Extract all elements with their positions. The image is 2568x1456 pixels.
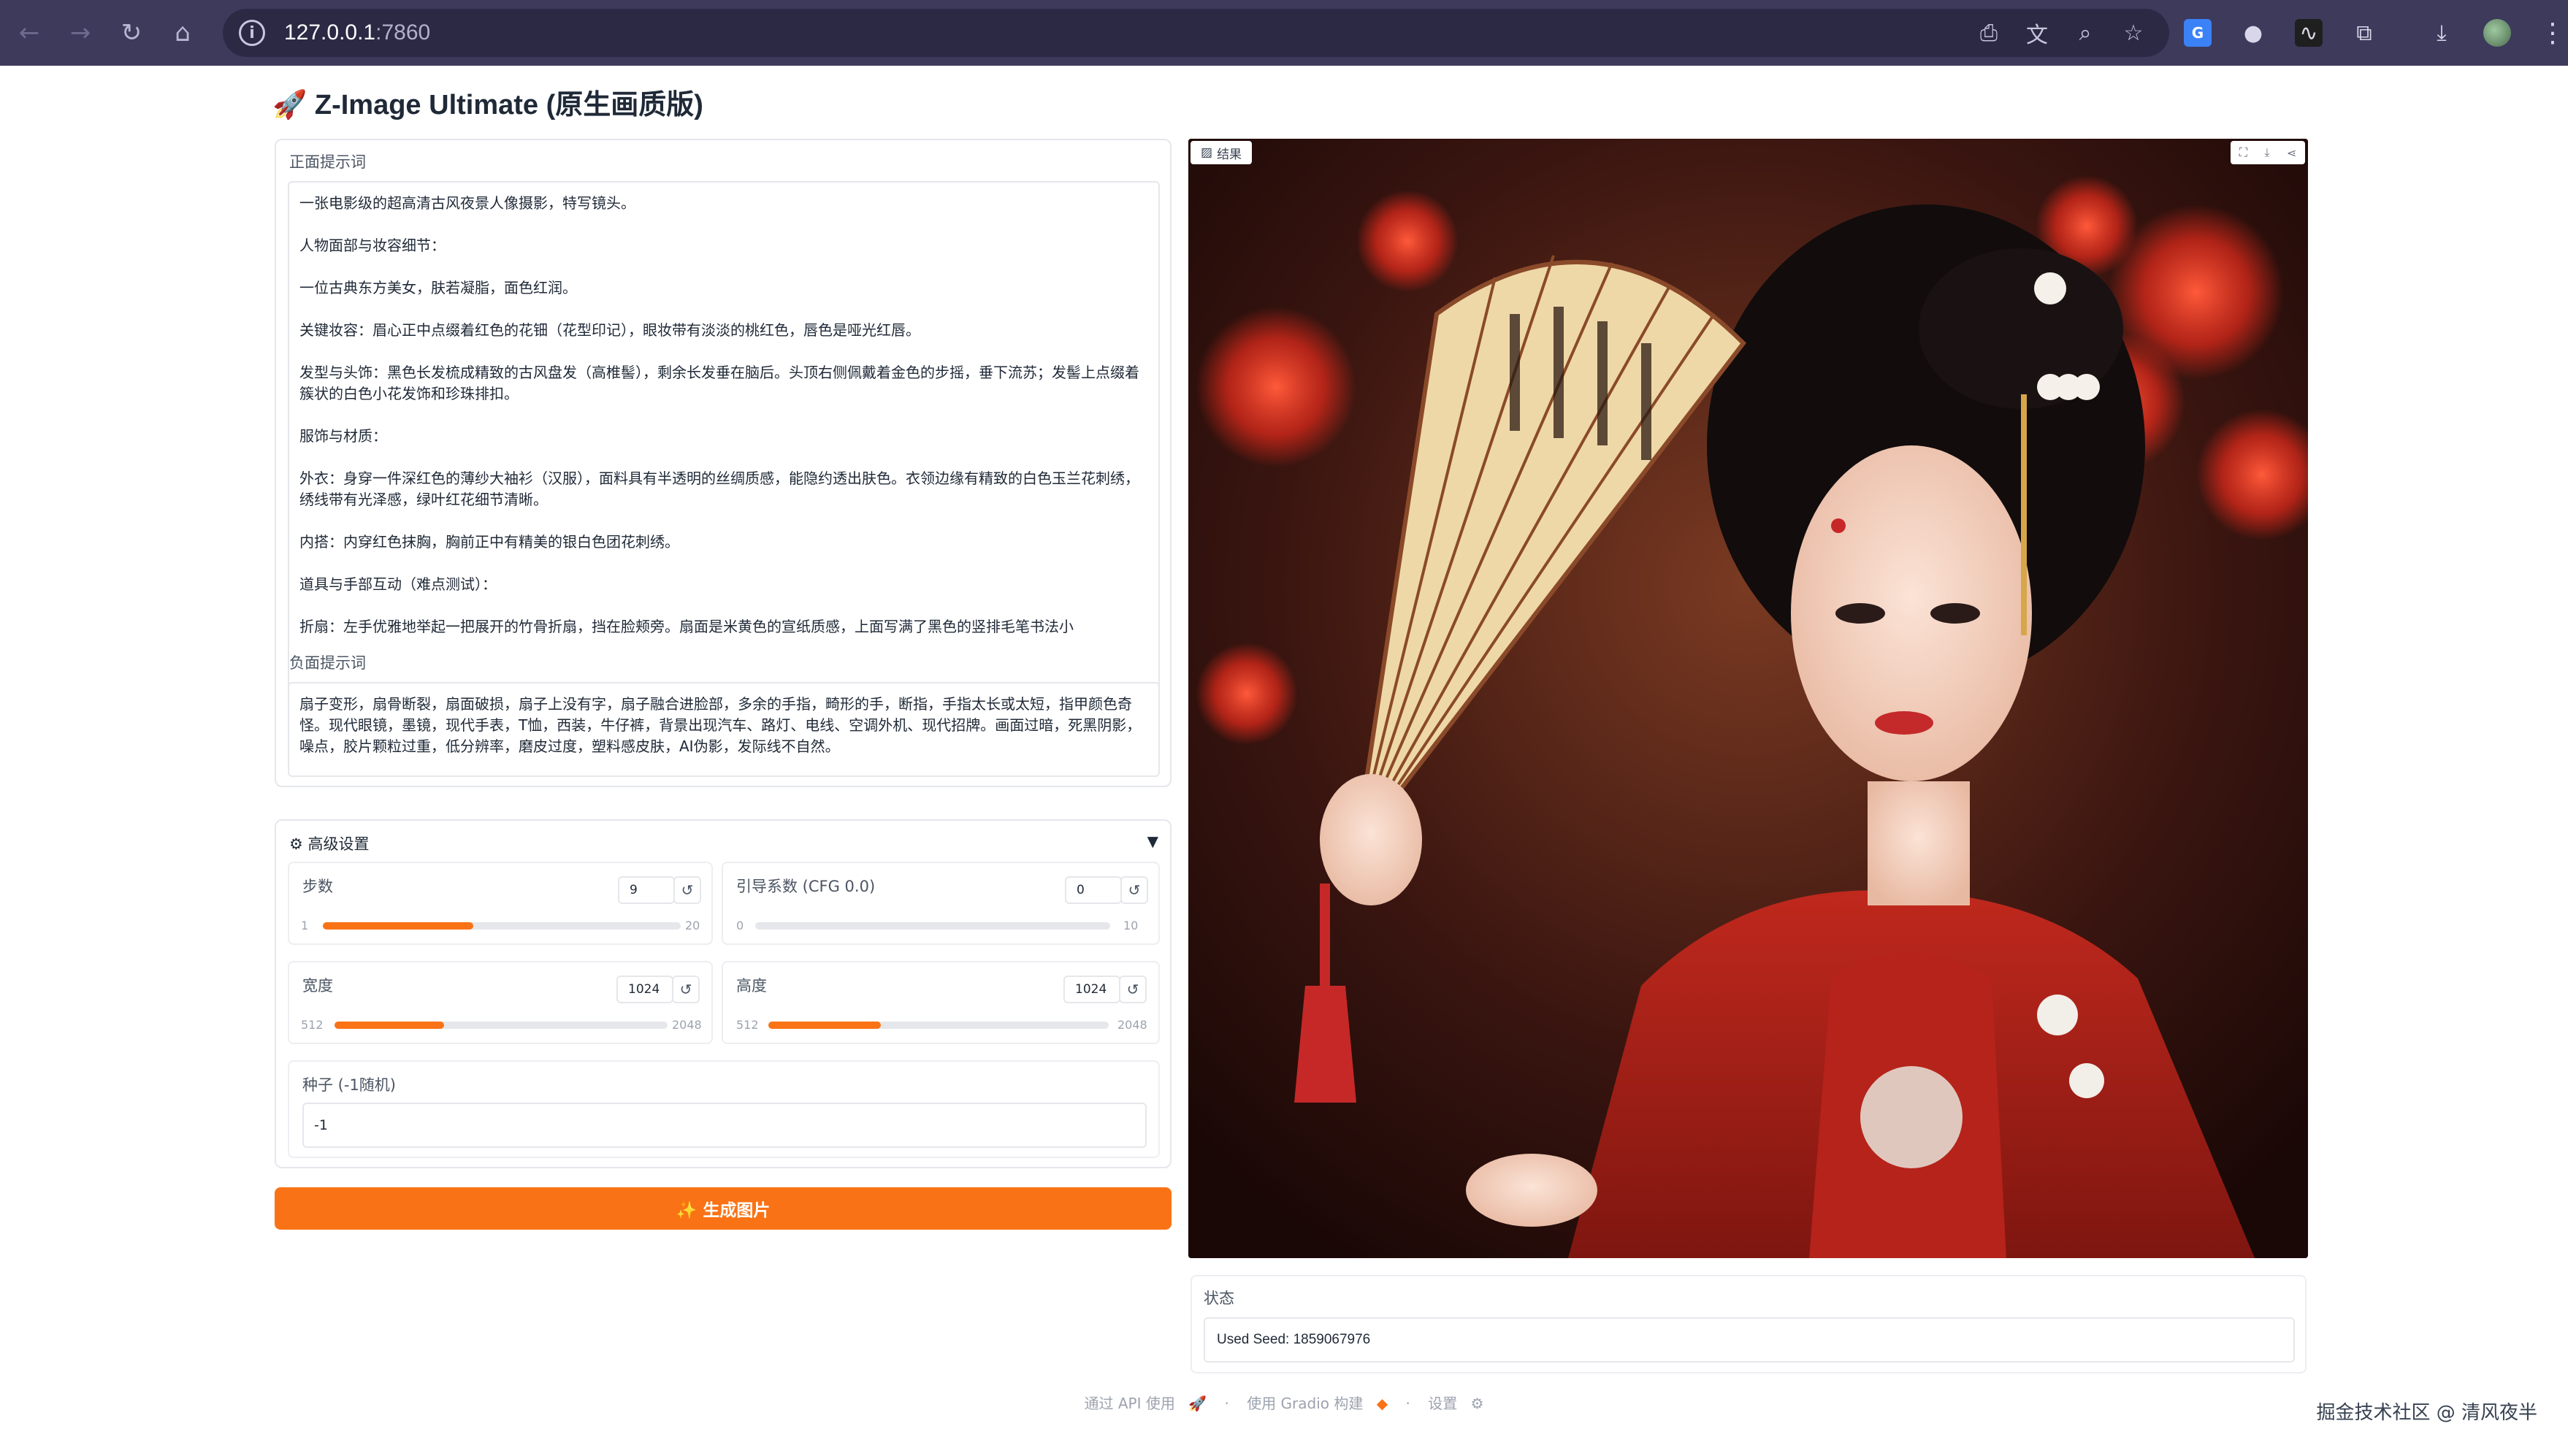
fullscreen-icon[interactable]: ⛶ xyxy=(2239,145,2247,160)
advanced-settings-panel: ⚙ 高级设置 ▼ 步数 9 ↺ 1 20 引导系数 (CFG 0.0) 0 ↺ … xyxy=(275,819,1172,1168)
steps-label: 步数 xyxy=(302,878,333,895)
height-label: 高度 xyxy=(736,977,767,995)
gear-icon: ⚙ xyxy=(1470,1395,1484,1412)
cfg-label: 引导系数 (CFG 0.0) xyxy=(736,878,876,895)
collapse-toggle-icon[interactable]: ▼ xyxy=(1147,832,1158,850)
seed-group: 种子 (-1随机) -1 xyxy=(288,1060,1160,1158)
extensions-puzzle-icon[interactable]: ⧉ xyxy=(2350,19,2378,47)
browser-toolbar: ← → ↻ ⌂ i 127.0.0.1:7860 ⎙ 文 ⌕ ☆ G ● ∿ ⧉… xyxy=(0,0,2568,66)
back-icon[interactable]: ← xyxy=(4,7,55,58)
result-toolbar: ⛶ ⤓ ⋖ xyxy=(2231,141,2305,164)
advanced-settings-title[interactable]: ⚙ 高级设置 xyxy=(289,832,370,854)
height-min: 512 xyxy=(736,1018,759,1032)
height-number-input[interactable]: 1024 xyxy=(1063,976,1120,1003)
steps-min: 1 xyxy=(301,919,309,932)
cfg-slider-group: 引导系数 (CFG 0.0) 0 ↺ 0 10 xyxy=(722,862,1160,945)
url-text[interactable]: 127.0.0.1:7860 xyxy=(284,20,430,45)
bookmark-star-icon[interactable]: ☆ xyxy=(2120,19,2147,47)
seed-label: 种子 (-1随机) xyxy=(302,1076,396,1094)
translate-page-icon[interactable]: 文 xyxy=(2023,19,2051,48)
prompt-panel: 正面提示词 一张电影级的超高清古风夜景人像摄影，特写镜头。 人物面部与妆容细节：… xyxy=(275,139,1172,787)
cfg-reset-icon[interactable]: ↺ xyxy=(1120,876,1148,904)
download-icon[interactable]: ⤓ xyxy=(2428,19,2456,47)
height-slider-fill[interactable] xyxy=(768,1022,881,1029)
steps-slider-fill[interactable] xyxy=(323,922,473,930)
install-app-icon[interactable]: ⎙ xyxy=(1975,19,2003,47)
generate-button[interactable]: ✨ 生成图片 xyxy=(275,1187,1172,1230)
height-max: 2048 xyxy=(1117,1018,1147,1032)
api-link[interactable]: 通过 API 使用 🚀 xyxy=(1079,1395,1211,1412)
width-reset-icon[interactable]: ↺ xyxy=(672,976,700,1003)
steps-slider-group: 步数 9 ↺ 1 20 xyxy=(288,862,713,945)
site-info-icon[interactable]: i xyxy=(239,20,265,46)
prompt-label: 正面提示词 xyxy=(289,153,366,171)
steps-reset-icon[interactable]: ↺ xyxy=(673,876,701,904)
status-panel: 状态 Used Seed: 1859067976 xyxy=(1191,1275,2307,1373)
negative-prompt-textarea[interactable]: 扇子变形，扇骨断裂，扇面破损，扇子上没有字，扇子融合进脸部，多余的手指，畸形的手… xyxy=(288,682,1160,777)
settings-link[interactable]: 设置 ⚙ xyxy=(1424,1395,1488,1412)
height-reset-icon[interactable]: ↺ xyxy=(1119,976,1147,1003)
width-number-input[interactable]: 1024 xyxy=(616,976,673,1003)
cfg-number-input[interactable]: 0 xyxy=(1065,876,1122,904)
reload-icon[interactable]: ↻ xyxy=(106,7,157,58)
width-min: 512 xyxy=(301,1018,324,1032)
height-slider-group: 高度 1024 ↺ 512 2048 xyxy=(722,961,1160,1044)
translate-extension-icon[interactable]: G xyxy=(2184,19,2212,47)
monitor-extension-icon[interactable]: ∿ xyxy=(2295,19,2323,47)
gradio-link[interactable]: 使用 Gradio 构建 ◆ xyxy=(1242,1395,1392,1412)
cfg-min: 0 xyxy=(736,919,744,932)
steps-number-input[interactable]: 9 xyxy=(618,876,675,904)
chat-extension-icon[interactable]: ● xyxy=(2239,19,2267,47)
result-image[interactable] xyxy=(1188,139,2308,1258)
cfg-slider-track[interactable] xyxy=(755,922,1110,930)
watermark: 掘金技术社区 @ 清风夜半 xyxy=(2316,1402,2537,1424)
home-icon[interactable]: ⌂ xyxy=(157,7,208,58)
footer: 通过 API 使用 🚀 · 使用 Gradio 构建 ◆ · 设置 ⚙ xyxy=(0,1392,2568,1413)
negative-prompt-label: 负面提示词 xyxy=(289,651,366,673)
result-label: ▨ 结果 xyxy=(1191,141,1253,164)
download-image-icon[interactable]: ⤓ xyxy=(2264,145,2269,160)
status-label: 状态 xyxy=(1204,1290,1234,1307)
rocket-icon: 🚀 xyxy=(1188,1395,1207,1412)
browser-menu-icon[interactable]: ⋮ xyxy=(2539,18,2567,48)
cfg-max: 10 xyxy=(1123,919,1139,932)
page-title: 🚀 Z-Image Ultimate (原生画质版) xyxy=(272,90,703,120)
image-icon: ▨ xyxy=(1201,145,1213,160)
profile-avatar[interactable] xyxy=(2483,19,2511,47)
generated-portrait-image xyxy=(1188,139,2308,1258)
seed-input[interactable]: -1 xyxy=(302,1103,1147,1148)
status-textbox[interactable]: Used Seed: 1859067976 xyxy=(1204,1317,2295,1363)
width-slider-group: 宽度 1024 ↺ 512 2048 xyxy=(288,961,713,1044)
steps-max: 20 xyxy=(685,919,700,932)
width-slider-fill[interactable] xyxy=(335,1022,445,1029)
address-bar[interactable]: i 127.0.0.1:7860 ⎙ 文 ⌕ ☆ xyxy=(223,9,2169,57)
share-icon[interactable]: ⋖ xyxy=(2287,146,2296,160)
gradio-logo-icon: ◆ xyxy=(1376,1395,1388,1412)
width-label: 宽度 xyxy=(302,977,333,995)
forward-icon[interactable]: → xyxy=(55,7,106,58)
footer-separator: · xyxy=(1224,1395,1229,1412)
width-max: 2048 xyxy=(672,1018,702,1032)
zoom-icon[interactable]: ⌕ xyxy=(2071,19,2099,47)
footer-separator: · xyxy=(1405,1395,1410,1412)
